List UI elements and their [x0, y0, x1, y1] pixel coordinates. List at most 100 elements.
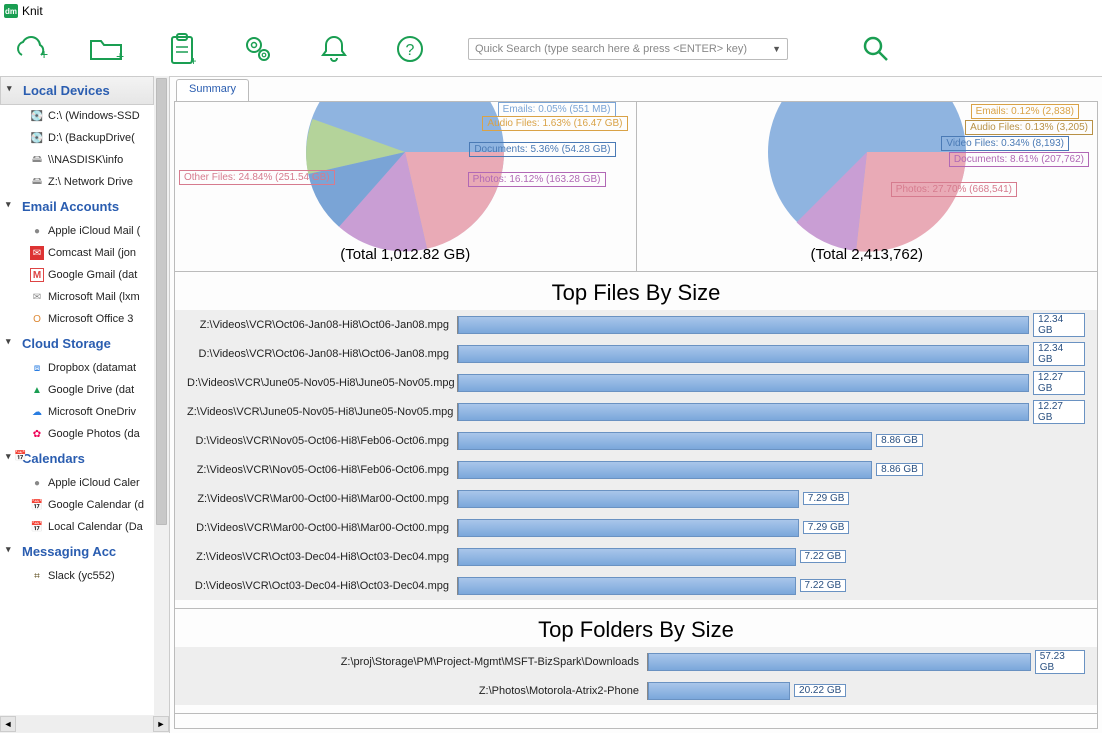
chart-legend: Audio Files: 1.63% (16.47 GB) [482, 116, 627, 131]
sidebar-item[interactable]: 🖴\\NASDISK\info [0, 149, 154, 171]
content-area: Summary Emails: 0.05% (551 MB)Audio File… [170, 76, 1102, 733]
scroll-right-icon[interactable]: ► [153, 716, 169, 732]
sidebar-item[interactable]: ⌗ Slack (yc552) [0, 565, 154, 587]
pie-chart-size: Emails: 0.05% (551 MB)Audio Files: 1.63%… [175, 102, 637, 271]
title-bar: dm Knit [0, 0, 1102, 22]
toolbar: + + + ? Quick Search (type search here &… [0, 22, 1102, 76]
svg-text:?: ? [406, 42, 415, 59]
bar-value: 12.27 GB [1033, 400, 1085, 424]
sidebar-item[interactable]: 💽C:\ (Windows-SSD [0, 105, 154, 127]
bar-label: Z:\proj\Storage\PM\Project-Mgmt\MSFT-Biz… [187, 656, 647, 668]
sidebar-item[interactable]: 📅 Local Calendar (Da [0, 516, 154, 538]
sidebar-section-messaging-acc[interactable]: ▾Messaging Acc [0, 538, 154, 565]
svg-text:+: + [116, 48, 124, 63]
localcal-icon: 📅 [30, 520, 44, 534]
sidebar-item-label: Dropbox (datamat [48, 362, 136, 374]
cloud-add-icon[interactable]: + [12, 31, 48, 67]
bar-fill [648, 653, 1031, 671]
bar-label: Z:\Videos\VCR\Mar00-Oct00-Hi8\Mar00-Oct0… [187, 493, 457, 505]
bar-row: D:\Videos\VCR\Nov05-Oct06-Hi8\Feb06-Oct0… [175, 426, 1097, 455]
help-icon[interactable]: ? [392, 31, 428, 67]
sidebar-section-calendars[interactable]: ▾📅Calendars [0, 445, 154, 472]
sidebar-item-label: D:\ (BackupDrive( [48, 132, 135, 144]
bar-row: Z:\proj\Storage\PM\Project-Mgmt\MSFT-Biz… [175, 647, 1097, 676]
sidebar-vertical-scrollbar[interactable] [154, 76, 169, 715]
sidebar-item-label: Microsoft Office 3 [48, 313, 133, 325]
clipboard-icon[interactable]: + [164, 31, 200, 67]
scroll-left-icon[interactable]: ◄ [0, 716, 16, 732]
sidebar-item-label: Slack (yc552) [48, 570, 115, 582]
slack-icon: ⌗ [30, 569, 44, 583]
top-folders-chart: Top Folders By Size Z:\proj\Storage\PM\P… [175, 609, 1097, 714]
folder-add-icon[interactable]: + [88, 31, 124, 67]
sidebar-item[interactable]: ✉Comcast Mail (jon [0, 242, 154, 264]
gcal-icon: 📅 [30, 498, 44, 512]
bar-value: 12.34 GB [1033, 342, 1085, 366]
sidebar-section-email-accounts[interactable]: ▾Email Accounts [0, 193, 154, 220]
search-placeholder: Quick Search (type search here & press <… [475, 43, 747, 55]
bar-fill [458, 432, 872, 450]
bar-row: Z:\Photos\Motorola-Atrix2-Phone20.22 GB [175, 676, 1097, 705]
nas-icon: 🖴 [30, 175, 44, 189]
sidebar-item[interactable]: 💽D:\ (BackupDrive( [0, 127, 154, 149]
bar-fill [458, 519, 799, 537]
search-input[interactable]: Quick Search (type search here & press <… [468, 38, 788, 60]
bar-value: 8.86 GB [876, 434, 923, 447]
bar-value: 8.86 GB [876, 463, 923, 476]
sidebar-item[interactable]: ●Apple iCloud Caler [0, 472, 154, 494]
sidebar-item[interactable]: ⧈Dropbox (datamat [0, 357, 154, 379]
chart-legend: Photos: 16.12% (163.28 GB) [468, 172, 606, 187]
sidebar-section-local-devices[interactable]: ▾Local Devices [0, 76, 154, 105]
chart-legend: Video Files: 0.34% (8,193) [941, 136, 1069, 151]
tab-strip: Summary [170, 77, 1102, 101]
bar-fill [458, 403, 1029, 421]
sidebar-item[interactable]: M Google Gmail (dat [0, 264, 154, 286]
bar-row: D:\Videos\VCR\Mar00-Oct00-Hi8\Mar00-Oct0… [175, 513, 1097, 542]
bar-label: D:\Videos\VCR\June05-Nov05-Hi8\June05-No… [187, 377, 457, 389]
bell-icon[interactable] [316, 31, 352, 67]
sidebar-item[interactable]: ▲Google Drive (dat [0, 379, 154, 401]
bar-fill [458, 548, 796, 566]
sidebar-item[interactable]: O Microsoft Office 3 [0, 308, 154, 330]
bar-fill [458, 316, 1029, 334]
gmail-icon: M [30, 268, 44, 282]
sidebar-item-label: Apple iCloud Caler [48, 477, 140, 489]
top-files-chart: Top Files By Size Z:\Videos\VCR\Oct06-Ja… [175, 272, 1097, 609]
sidebar-item-label: Local Calendar (Da [48, 521, 143, 533]
gdrive-icon: ▲ [30, 383, 44, 397]
gear-icon[interactable] [240, 31, 276, 67]
pie-total-size: (Total 1,012.82 GB) [175, 240, 636, 269]
caret-down-icon: ▾ [6, 199, 11, 210]
bar-label: Z:\Videos\VCR\Oct03-Dec04-Hi8\Oct03-Dec0… [187, 551, 457, 563]
sidebar-item[interactable]: ✿Google Photos (da [0, 423, 154, 445]
tab-summary[interactable]: Summary [176, 79, 249, 101]
caret-down-icon: ▾ [7, 83, 12, 94]
bar-row: D:\Videos\VCR\Oct06-Jan08-Hi8\Oct06-Jan0… [175, 339, 1097, 368]
bar-label: Z:\Videos\VCR\Oct06-Jan08-Hi8\Oct06-Jan0… [187, 319, 457, 331]
sidebar-item-label: Google Photos (da [48, 428, 140, 440]
drive-icon: 💽 [30, 109, 44, 123]
sidebar-item-label: Google Gmail (dat [48, 269, 137, 281]
bar-label: Z:\Videos\VCR\Nov05-Oct06-Hi8\Feb06-Oct0… [187, 464, 457, 476]
caret-down-icon: ▾ [6, 336, 11, 347]
pie-chart-count: Emails: 0.12% (2,838)Audio Files: 0.13% … [637, 102, 1098, 271]
sidebar-section-cloud-storage[interactable]: ▾Cloud Storage [0, 330, 154, 357]
sidebar-item[interactable]: 🖴Z:\ Network Drive [0, 171, 154, 193]
caret-down-icon: ▾ [6, 451, 11, 462]
sidebar-item-label: Google Calendar (d [48, 499, 144, 511]
svg-text:+: + [40, 46, 48, 62]
sidebar-item[interactable]: ✉Microsoft Mail (lxm [0, 286, 154, 308]
sidebar-item[interactable]: ☁Microsoft OneDriv [0, 401, 154, 423]
sidebar-horizontal-scrollbar[interactable]: ◄ ► [0, 715, 169, 733]
office-icon: O [30, 312, 44, 326]
sidebar-item[interactable]: ●Apple iCloud Mail ( [0, 220, 154, 242]
chevron-down-icon[interactable]: ▼ [772, 44, 781, 54]
msmail-icon: ✉ [30, 290, 44, 304]
chart-title-folders: Top Folders By Size [175, 609, 1097, 647]
sidebar-item-label: \\NASDISK\info [48, 154, 123, 166]
sidebar-item[interactable]: 📅 Google Calendar (d [0, 494, 154, 516]
apple-icon: ● [30, 224, 44, 238]
bar-value: 12.27 GB [1033, 371, 1085, 395]
search-icon[interactable] [858, 31, 894, 67]
sidebar: ▾Local Devices💽C:\ (Windows-SSD💽D:\ (Bac… [0, 76, 170, 733]
